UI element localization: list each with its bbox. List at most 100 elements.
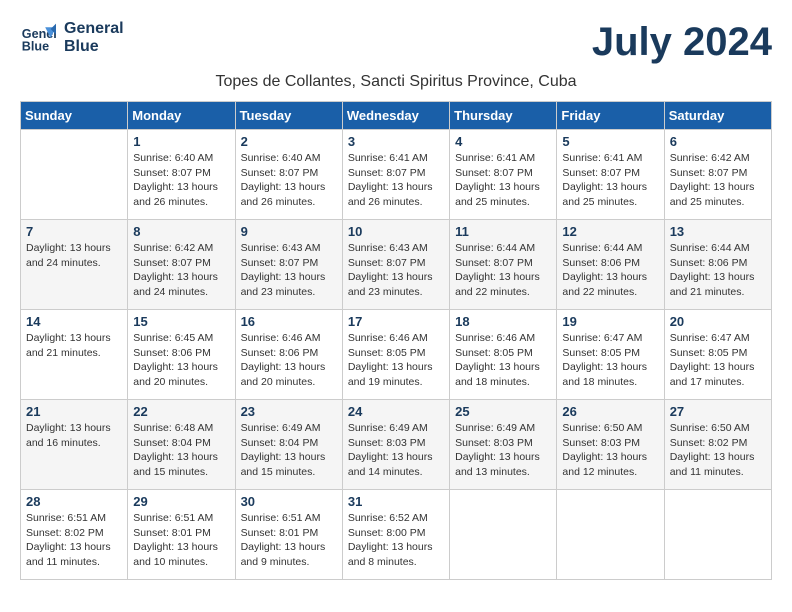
day-info: Sunrise: 6:47 AMSunset: 8:05 PMDaylight:… xyxy=(562,331,658,390)
day-info: Sunrise: 6:42 AMSunset: 8:07 PMDaylight:… xyxy=(133,241,229,300)
day-info: Sunrise: 6:44 AMSunset: 8:06 PMDaylight:… xyxy=(670,241,766,300)
day-number: 4 xyxy=(455,134,551,149)
day-number: 3 xyxy=(348,134,444,149)
day-info: Daylight: 13 hoursand 21 minutes. xyxy=(26,331,122,360)
header-cell-thursday: Thursday xyxy=(450,102,557,130)
calendar-cell xyxy=(557,490,664,580)
logo-text-line1: General xyxy=(64,20,124,38)
calendar-cell: 5 Sunrise: 6:41 AMSunset: 8:07 PMDaylight… xyxy=(557,130,664,220)
day-number: 8 xyxy=(133,224,229,239)
calendar-cell: 30Sunrise: 6:51 AMSunset: 8:01 PMDayligh… xyxy=(235,490,342,580)
day-number: 5 xyxy=(562,134,658,149)
day-number: 11 xyxy=(455,224,551,239)
logo-text-line2: Blue xyxy=(64,38,124,56)
day-number: 1 xyxy=(133,134,229,149)
calendar-cell: 11 Sunrise: 6:44 AMSunset: 8:07 PMDayligh… xyxy=(450,220,557,310)
calendar-cell xyxy=(664,490,771,580)
calendar-cell: 8 Sunrise: 6:42 AMSunset: 8:07 PMDaylight… xyxy=(128,220,235,310)
day-info: Sunrise: 6:51 AMSunset: 8:02 PMDaylight:… xyxy=(26,511,122,570)
header-cell-saturday: Saturday xyxy=(664,102,771,130)
day-number: 14 xyxy=(26,314,122,329)
day-info: Sunrise: 6:43 AMSunset: 8:07 PMDaylight:… xyxy=(241,241,337,300)
day-number: 25 xyxy=(455,404,551,419)
calendar-cell: 28Sunrise: 6:51 AMSunset: 8:02 PMDayligh… xyxy=(21,490,128,580)
calendar-cell: 7 Daylight: 13 hoursand 24 minutes. xyxy=(21,220,128,310)
day-info: Sunrise: 6:44 AMSunset: 8:07 PMDaylight:… xyxy=(455,241,551,300)
calendar-week-row: 21 Daylight: 13 hoursand 16 minutes.22Sun… xyxy=(21,400,772,490)
day-number: 24 xyxy=(348,404,444,419)
day-info: Sunrise: 6:46 AMSunset: 8:05 PMDaylight:… xyxy=(348,331,444,390)
calendar-cell: 10 Sunrise: 6:43 AMSunset: 8:07 PMDayligh… xyxy=(342,220,449,310)
calendar-week-row: 28Sunrise: 6:51 AMSunset: 8:02 PMDayligh… xyxy=(21,490,772,580)
day-number: 17 xyxy=(348,314,444,329)
day-info: Sunrise: 6:40 AMSunset: 8:07 PMDaylight:… xyxy=(133,151,229,210)
calendar-cell: 23 Sunrise: 6:49 AMSunset: 8:04 PMDayligh… xyxy=(235,400,342,490)
day-number: 30 xyxy=(241,494,337,509)
day-info: Sunrise: 6:45 AMSunset: 8:06 PMDaylight:… xyxy=(133,331,229,390)
calendar-cell: 13 Sunrise: 6:44 AMSunset: 8:06 PMDayligh… xyxy=(664,220,771,310)
calendar-cell: 1 Sunrise: 6:40 AMSunset: 8:07 PMDaylight… xyxy=(128,130,235,220)
calendar-cell: 12 Sunrise: 6:44 AMSunset: 8:06 PMDayligh… xyxy=(557,220,664,310)
header-cell-sunday: Sunday xyxy=(21,102,128,130)
calendar-cell xyxy=(21,130,128,220)
logo-icon: General Blue xyxy=(20,20,56,56)
day-number: 26 xyxy=(562,404,658,419)
day-number: 7 xyxy=(26,224,122,239)
calendar-cell: 14 Daylight: 13 hoursand 21 minutes. xyxy=(21,310,128,400)
day-number: 12 xyxy=(562,224,658,239)
day-number: 19 xyxy=(562,314,658,329)
calendar-cell: 6Sunrise: 6:42 AMSunset: 8:07 PMDaylight… xyxy=(664,130,771,220)
header-cell-monday: Monday xyxy=(128,102,235,130)
day-number: 10 xyxy=(348,224,444,239)
calendar-cell: 22Sunrise: 6:48 AMSunset: 8:04 PMDayligh… xyxy=(128,400,235,490)
day-number: 20 xyxy=(670,314,766,329)
header-cell-friday: Friday xyxy=(557,102,664,130)
day-info: Sunrise: 6:42 AMSunset: 8:07 PMDaylight:… xyxy=(670,151,766,210)
day-info: Sunrise: 6:43 AMSunset: 8:07 PMDaylight:… xyxy=(348,241,444,300)
calendar-cell: 31Sunrise: 6:52 AMSunset: 8:00 PMDayligh… xyxy=(342,490,449,580)
day-info: Daylight: 13 hoursand 24 minutes. xyxy=(26,241,122,270)
day-info: Sunrise: 6:47 AMSunset: 8:05 PMDaylight:… xyxy=(670,331,766,390)
day-number: 2 xyxy=(241,134,337,149)
logo: General Blue General Blue xyxy=(20,20,124,56)
calendar-cell: 16 Sunrise: 6:46 AMSunset: 8:06 PMDayligh… xyxy=(235,310,342,400)
day-number: 13 xyxy=(670,224,766,239)
day-number: 21 xyxy=(26,404,122,419)
day-info: Sunrise: 6:49 AMSunset: 8:03 PMDaylight:… xyxy=(455,421,551,480)
day-number: 23 xyxy=(241,404,337,419)
day-info: Sunrise: 6:44 AMSunset: 8:06 PMDaylight:… xyxy=(562,241,658,300)
svg-text:Blue: Blue xyxy=(22,40,49,54)
calendar-cell: 3 Sunrise: 6:41 AMSunset: 8:07 PMDaylight… xyxy=(342,130,449,220)
day-info: Sunrise: 6:49 AMSunset: 8:03 PMDaylight:… xyxy=(348,421,444,480)
calendar-cell: 27Sunrise: 6:50 AMSunset: 8:02 PMDayligh… xyxy=(664,400,771,490)
day-info: Sunrise: 6:50 AMSunset: 8:02 PMDaylight:… xyxy=(670,421,766,480)
day-info: Sunrise: 6:40 AMSunset: 8:07 PMDaylight:… xyxy=(241,151,337,210)
calendar-cell: 19 Sunrise: 6:47 AMSunset: 8:05 PMDayligh… xyxy=(557,310,664,400)
day-info: Sunrise: 6:41 AMSunset: 8:07 PMDaylight:… xyxy=(348,151,444,210)
day-info: Daylight: 13 hoursand 16 minutes. xyxy=(26,421,122,450)
header: General Blue General Blue July 2024 xyxy=(20,20,772,65)
calendar-week-row: 7 Daylight: 13 hoursand 24 minutes. 8 Sunri… xyxy=(21,220,772,310)
calendar-cell: 29Sunrise: 6:51 AMSunset: 8:01 PMDayligh… xyxy=(128,490,235,580)
calendar-cell: 20 Sunrise: 6:47 AMSunset: 8:05 PMDayligh… xyxy=(664,310,771,400)
day-info: Sunrise: 6:41 AMSunset: 8:07 PMDaylight:… xyxy=(455,151,551,210)
header-cell-tuesday: Tuesday xyxy=(235,102,342,130)
calendar-table: SundayMondayTuesdayWednesdayThursdayFrid… xyxy=(20,101,772,580)
calendar-cell: 9 Sunrise: 6:43 AMSunset: 8:07 PMDaylight… xyxy=(235,220,342,310)
day-number: 29 xyxy=(133,494,229,509)
calendar-header-row: SundayMondayTuesdayWednesdayThursdayFrid… xyxy=(21,102,772,130)
calendar-week-row: 1 Sunrise: 6:40 AMSunset: 8:07 PMDaylight… xyxy=(21,130,772,220)
day-info: Sunrise: 6:49 AMSunset: 8:04 PMDaylight:… xyxy=(241,421,337,480)
day-info: Sunrise: 6:41 AMSunset: 8:07 PMDaylight:… xyxy=(562,151,658,210)
day-info: Sunrise: 6:50 AMSunset: 8:03 PMDaylight:… xyxy=(562,421,658,480)
calendar-cell xyxy=(450,490,557,580)
day-number: 9 xyxy=(241,224,337,239)
header-cell-wednesday: Wednesday xyxy=(342,102,449,130)
calendar-cell: 25 Sunrise: 6:49 AMSunset: 8:03 PMDayligh… xyxy=(450,400,557,490)
day-info: Sunrise: 6:46 AMSunset: 8:06 PMDaylight:… xyxy=(241,331,337,390)
day-info: Sunrise: 6:48 AMSunset: 8:04 PMDaylight:… xyxy=(133,421,229,480)
day-info: Sunrise: 6:46 AMSunset: 8:05 PMDaylight:… xyxy=(455,331,551,390)
day-number: 16 xyxy=(241,314,337,329)
calendar-cell: 24 Sunrise: 6:49 AMSunset: 8:03 PMDayligh… xyxy=(342,400,449,490)
calendar-cell: 26 Sunrise: 6:50 AMSunset: 8:03 PMDayligh… xyxy=(557,400,664,490)
